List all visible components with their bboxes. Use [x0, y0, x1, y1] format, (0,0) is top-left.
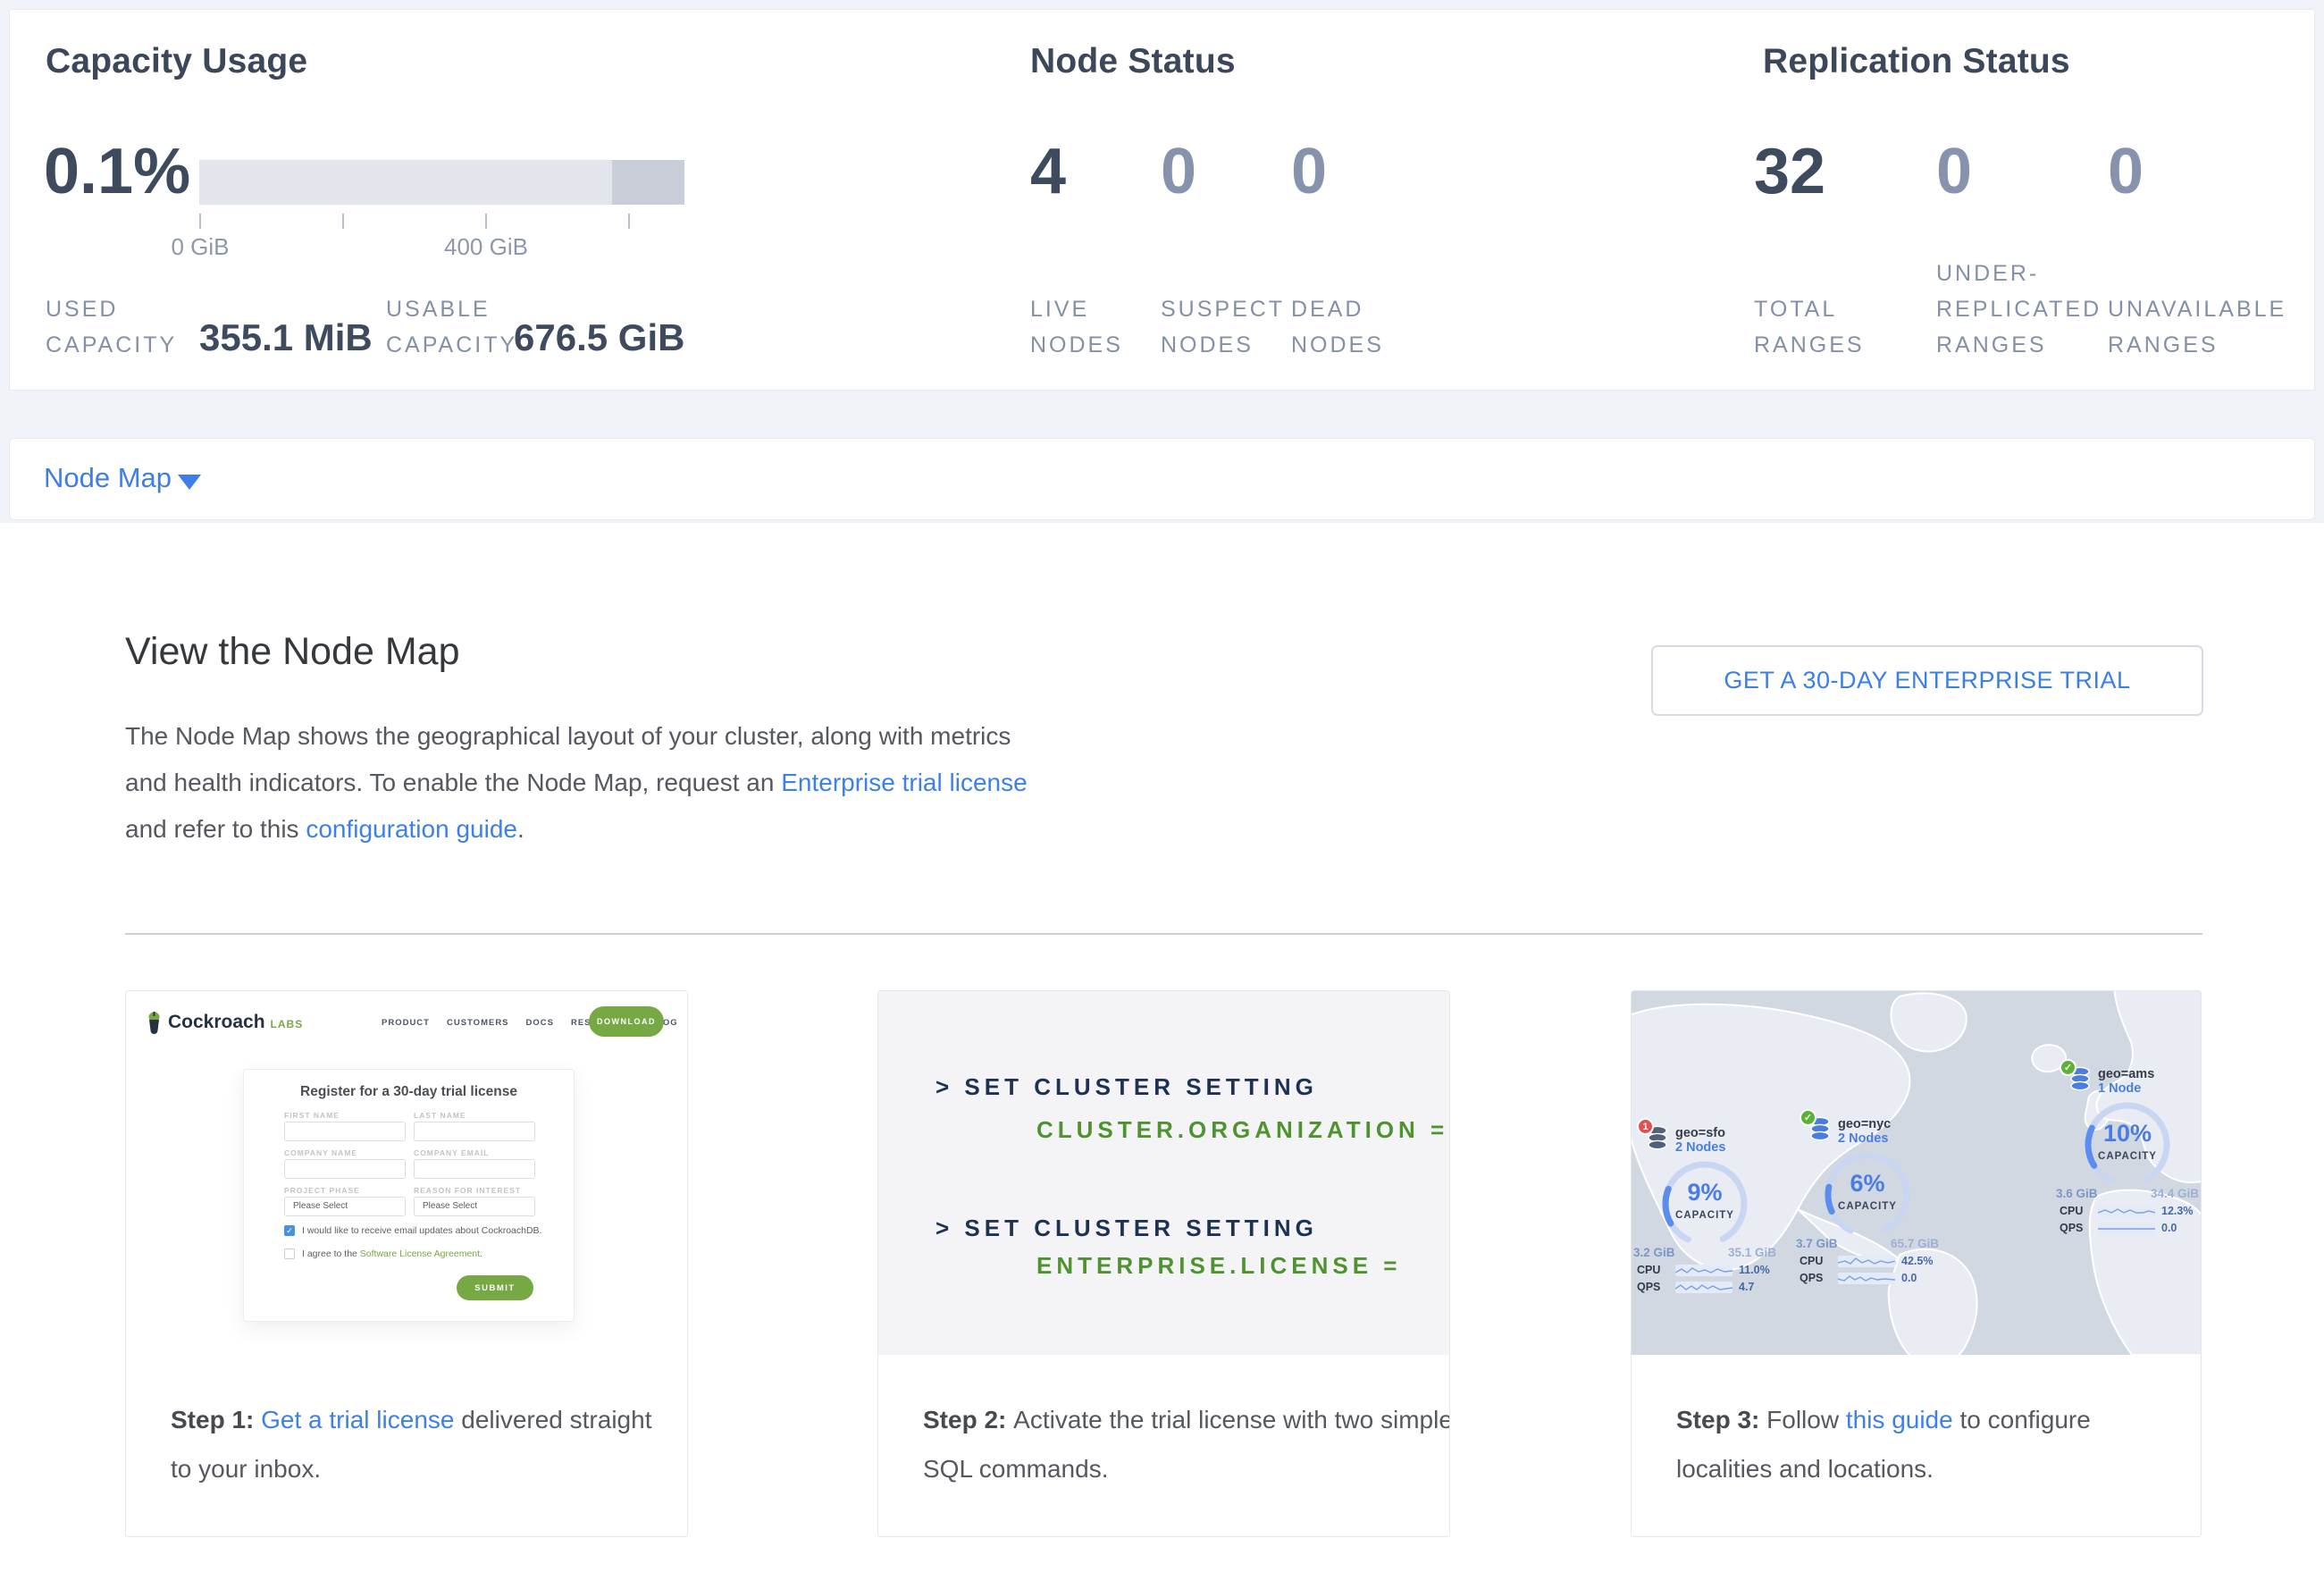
this-guide-link[interactable]: this guide [1846, 1406, 1953, 1433]
used-capacity-value: 355.1 MiB [199, 316, 373, 359]
form-title: Register for a 30-day trial license [244, 1084, 574, 1100]
first-name-field [284, 1122, 406, 1141]
enterprise-trial-button-label: GET A 30-DAY ENTERPRISE TRIAL [1724, 667, 2130, 694]
project-phase-select: Please Select [284, 1197, 406, 1216]
cockroach-labs-logo: Cockroach LABS [146, 1011, 303, 1034]
cluster-summary-panel: Capacity Usage 0.1% 0 GiB 400 GiB USED C… [9, 9, 2315, 391]
bug-icon [146, 1011, 163, 1034]
cpu-sparkline [2098, 1206, 2155, 1217]
capacity-gauge: 6% CAPACITY [1818, 1146, 1917, 1244]
axis-tick [628, 214, 630, 229]
unavailable-ranges-count: 0 [2108, 133, 2144, 210]
locality-widget-ams: ✓ geo=ams 1 Node [2056, 1066, 2199, 1234]
mini-download-button: DOWNLOAD [589, 1006, 664, 1037]
axis-tick [485, 214, 487, 229]
checkbox-checked-icon: ✓ [284, 1225, 295, 1236]
world-map-illustration: 1 geo=sfo 2 Nodes [1632, 991, 2201, 1355]
cpu-sparkline [1675, 1265, 1733, 1276]
section-divider [125, 933, 2202, 935]
qps-sparkline [1675, 1282, 1733, 1293]
company-name-field [284, 1159, 406, 1179]
reason-select: Please Select [414, 1197, 535, 1216]
page-title: View the Node Map [125, 630, 460, 674]
mini-submit-button: SUBMIT [457, 1275, 533, 1300]
enterprise-trial-license-link[interactable]: Enterprise trial license [781, 769, 1027, 796]
locality-node-count: 2 Nodes [1838, 1131, 1891, 1146]
mini-nav-product: PRODUCT [382, 1018, 430, 1028]
error-badge: 1 [1637, 1118, 1654, 1135]
step1-card: Cockroach LABS PRODUCT CUSTOMERS DOCS RE… [125, 990, 688, 1537]
healthy-badge: ✓ [2060, 1059, 2076, 1076]
dead-nodes-count: 0 [1291, 133, 1327, 210]
email-updates-checkbox-row: ✓ I would like to receive email updates … [284, 1225, 541, 1236]
locality-name: geo=ams [2098, 1067, 2154, 1081]
cluster-overview-page: Capacity Usage 0.1% 0 GiB 400 GiB USED C… [0, 0, 2324, 1589]
chevron-down-icon [178, 475, 201, 490]
healthy-badge: ✓ [1800, 1109, 1816, 1126]
capacity-bar [199, 160, 684, 205]
step1-caption: Step 1: Get a trial license delivered st… [171, 1395, 671, 1493]
intro-paragraph: The Node Map shows the geographical layo… [125, 713, 1036, 853]
node-map-dropdown-label[interactable]: Node Map [44, 462, 172, 494]
axis-tick-label-400: 400 GiB [415, 233, 558, 261]
capacity-gauge: 10% CAPACITY [2078, 1096, 2177, 1194]
axis-tick [342, 214, 344, 229]
step2-card: > SET CLUSTER SETTING CLUSTER.ORGANIZATI… [877, 990, 1450, 1537]
suspect-nodes-label: SUSPECT NODES [1161, 291, 1285, 363]
replication-status-title: Replication Status [1763, 42, 2070, 81]
unavailable-ranges-label: UNAVAILABLE RANGES [2108, 291, 2286, 363]
usable-capacity-label: USABLE CAPACITY [386, 291, 517, 363]
cpu-sparkline [1838, 1256, 1895, 1267]
mini-nav-docs: DOCS [526, 1018, 554, 1028]
step3-caption: Step 3: Follow this guide to configure l… [1676, 1395, 2177, 1493]
usable-capacity-value: 676.5 GiB [514, 316, 684, 359]
total-ranges-count: 32 [1754, 133, 1825, 210]
dead-nodes-label: DEAD NODES [1291, 291, 1384, 363]
capacity-used-percent: 0.1% [44, 133, 190, 210]
get-trial-license-link[interactable]: Get a trial license [261, 1406, 454, 1433]
used-capacity-label: USED CAPACITY [46, 291, 177, 363]
step3-card: 1 geo=sfo 2 Nodes [1631, 990, 2202, 1537]
capacity-usage-title: Capacity Usage [46, 42, 307, 81]
last-name-field [414, 1122, 535, 1141]
live-nodes-label: LIVE NODES [1030, 291, 1123, 363]
capacity-bar-nonusable-segment [612, 160, 684, 205]
locality-node-count: 2 Nodes [1675, 1140, 1725, 1155]
locality-widget-nyc: ✓ geo=nyc 2 Nodes [1796, 1116, 1939, 1284]
mini-nav-customers: CUSTOMERS [447, 1018, 509, 1028]
axis-tick [199, 214, 201, 229]
checkbox-empty-icon [284, 1248, 295, 1259]
qps-sparkline [2098, 1223, 2155, 1234]
under-replicated-ranges-count: 0 [1936, 133, 1972, 210]
software-license-agreement-link: Software License Agreement [360, 1248, 480, 1259]
sql-commands-illustration: > SET CLUSTER SETTING CLUSTER.ORGANIZATI… [878, 991, 1449, 1355]
locality-name: geo=sfo [1675, 1126, 1725, 1140]
node-status-title: Node Status [1030, 42, 1236, 81]
company-email-field [414, 1159, 535, 1179]
qps-sparkline [1838, 1273, 1895, 1284]
step2-caption: Step 2: Activate the trial license with … [923, 1395, 1450, 1493]
axis-tick-label-0: 0 GiB [129, 233, 272, 261]
locality-node-count: 1 Node [2098, 1081, 2154, 1096]
license-agreement-checkbox-row: I agree to the Software License Agreemen… [284, 1248, 482, 1259]
suspect-nodes-count: 0 [1161, 133, 1196, 210]
enterprise-trial-button[interactable]: GET A 30-DAY ENTERPRISE TRIAL [1651, 645, 2203, 716]
capacity-gauge: 9% CAPACITY [1656, 1155, 1754, 1253]
register-page-screenshot: Cockroach LABS PRODUCT CUSTOMERS DOCS RE… [126, 991, 687, 1384]
trial-register-form: Register for a 30-day trial license FIRS… [243, 1069, 575, 1322]
live-nodes-count: 4 [1030, 133, 1066, 210]
locality-name: geo=nyc [1838, 1117, 1891, 1131]
under-replicated-ranges-label: UNDER- REPLICATED RANGES [1936, 256, 2102, 363]
configuration-guide-link[interactable]: configuration guide [306, 815, 517, 843]
locality-widget-sfo: 1 geo=sfo 2 Nodes [1633, 1125, 1776, 1293]
node-map-dropdown[interactable]: Node Map [9, 438, 2315, 520]
total-ranges-label: TOTAL RANGES [1754, 291, 1865, 363]
